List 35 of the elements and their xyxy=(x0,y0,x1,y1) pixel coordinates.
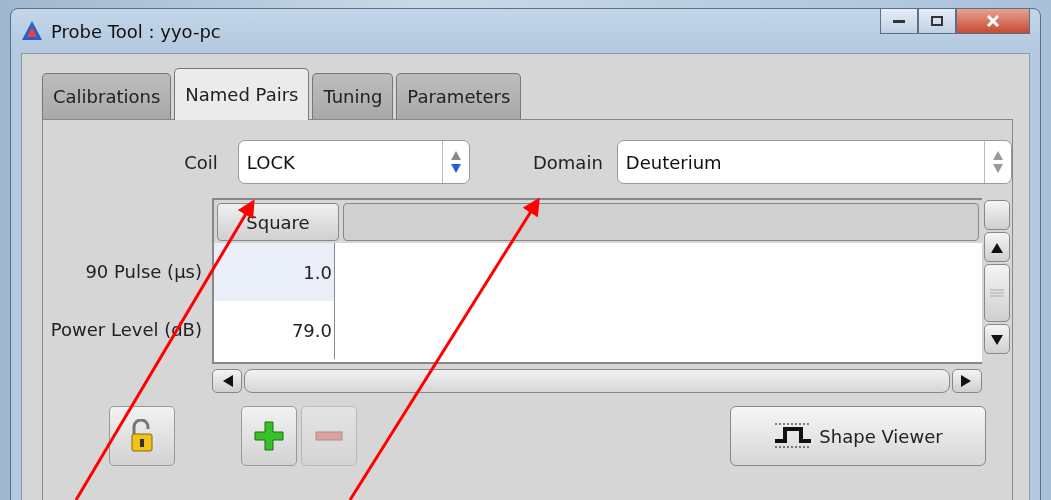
field-label: Domain xyxy=(532,151,603,173)
minus-icon xyxy=(315,431,343,441)
scroll-left-button[interactable] xyxy=(212,369,242,393)
field-label: Coil xyxy=(184,151,218,173)
scroll-down-button[interactable] xyxy=(984,324,1010,354)
spinner-icon xyxy=(992,149,1004,175)
add-button[interactable] xyxy=(241,406,297,466)
tab[interactable]: Parameters xyxy=(396,73,522,119)
app-logo-icon xyxy=(21,20,43,42)
scroll-right-button[interactable] xyxy=(952,369,982,393)
lock-button[interactable] xyxy=(109,406,175,466)
scroll-thumb[interactable] xyxy=(984,264,1010,322)
maximize-icon xyxy=(931,16,943,26)
domain-dropdown[interactable]: Deuterium xyxy=(616,140,1012,184)
shape-viewer-button[interactable]: Shape Viewer xyxy=(730,406,986,466)
spinner-icon xyxy=(450,149,463,175)
scroll-up-button[interactable] xyxy=(984,232,1010,262)
maximize-button[interactable] xyxy=(918,9,956,34)
tab[interactable]: Named Pairs xyxy=(174,68,310,120)
pulse-shape-icon xyxy=(773,421,814,451)
tab[interactable]: Tuning xyxy=(312,73,394,119)
minimize-button[interactable] xyxy=(880,9,918,34)
horizontal-scroll-thumb[interactable] xyxy=(244,369,950,393)
tab[interactable]: Calibrations xyxy=(42,73,172,119)
coil-dropdown[interactable]: LOCK xyxy=(237,140,471,184)
row-label: 90 Pulse (µs) xyxy=(85,259,202,284)
close-icon xyxy=(986,15,1000,27)
close-button[interactable] xyxy=(956,9,1030,34)
padlock-icon xyxy=(129,419,155,453)
grip-icon xyxy=(990,288,1004,298)
plus-icon xyxy=(254,421,284,451)
window-title: Probe Tool : yyo-pc xyxy=(51,20,221,42)
table-cell[interactable]: 1.0 xyxy=(214,243,335,301)
minimize-icon xyxy=(893,18,905,24)
column-header[interactable]: Square xyxy=(217,203,339,241)
